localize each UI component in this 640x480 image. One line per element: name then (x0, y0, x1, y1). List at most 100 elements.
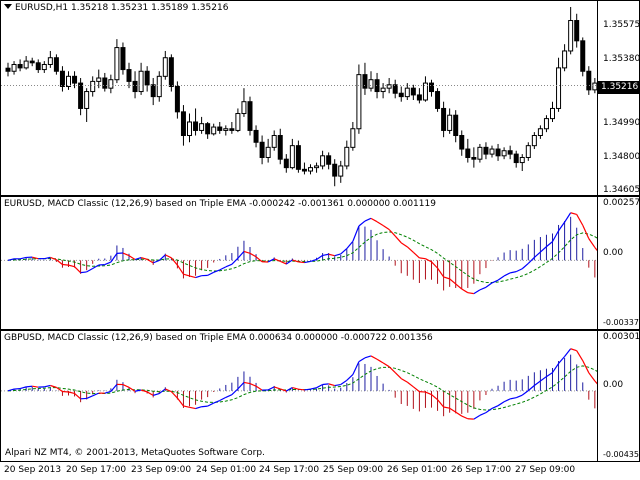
candlestick-svg[interactable] (1, 1, 598, 195)
macd-segment (249, 252, 257, 258)
candle-body (537, 128, 543, 137)
macd-segment (455, 411, 463, 417)
macd-segment (68, 264, 75, 268)
candle-body (410, 87, 416, 96)
candle-body (429, 82, 434, 93)
macd-segment (576, 214, 584, 226)
indicator-label: 0.00 (603, 248, 624, 258)
macd-segment (304, 260, 311, 264)
candle-body (356, 74, 362, 130)
macd-eurusd-plot[interactable] (1, 197, 598, 329)
macd-gbpusd-panel[interactable]: GBPUSD, MACD Classic (12,26,9) based on … (0, 330, 640, 462)
candle-body (404, 87, 410, 98)
macd-segment (255, 385, 263, 391)
macd-segment (376, 358, 384, 364)
candle-body (507, 150, 513, 155)
candle-body (126, 69, 132, 82)
macd-segment (298, 261, 305, 264)
macd-segment (364, 217, 372, 222)
macd-segment (86, 395, 93, 399)
candle-body (380, 87, 386, 93)
macd-segment (86, 267, 93, 273)
macd-segment (334, 383, 341, 387)
candle-body (29, 60, 35, 64)
candle-body (53, 57, 59, 72)
macd-segment (358, 220, 366, 227)
macd-gbpusd-svg[interactable] (1, 331, 598, 461)
candle-body (326, 155, 332, 165)
macd-segment (449, 278, 457, 285)
price-label: 1.34605 (603, 185, 640, 195)
time-label: 27 Sep 09:00 (515, 465, 576, 475)
macd-segment (134, 389, 142, 392)
macd-segment (219, 266, 227, 271)
candle-body (301, 168, 307, 172)
macd-segment (594, 247, 597, 252)
macd-segment (237, 382, 245, 390)
macd-segment (503, 398, 511, 403)
time-label: 23 Sep 09:00 (131, 465, 192, 475)
macd-segment (467, 292, 474, 295)
macd-segment (352, 225, 360, 242)
candle-body (259, 141, 265, 158)
candle-body (314, 165, 320, 169)
candle-body (96, 77, 102, 82)
indicator-label: 0.002573 (603, 198, 640, 208)
chevron-down-icon[interactable] (4, 4, 12, 9)
macd-segment (322, 383, 329, 386)
candle-body (550, 107, 555, 120)
candle-body (223, 128, 229, 131)
candle-body (193, 121, 199, 131)
candle-body (362, 74, 368, 89)
macd-eurusd-panel[interactable]: EURUSD, MACD Classic (12,26,9) based on … (0, 196, 640, 330)
macd-segment (461, 415, 469, 420)
price-label: 1.34990 (603, 118, 640, 128)
macd-segment (165, 254, 172, 259)
candle-body (253, 129, 259, 143)
signal-line (7, 231, 597, 284)
macd-segment (382, 225, 390, 231)
macd-segment (510, 271, 517, 274)
macd-segment (485, 282, 493, 288)
main-chart-panel[interactable]: EURUSD,H1 1.35218 1.35231 1.35189 1.3521… (0, 0, 640, 196)
candle-body (11, 63, 17, 72)
macd-segment (176, 264, 184, 275)
macd-segment (497, 275, 505, 281)
macd-segment (540, 376, 547, 382)
candle-body (144, 70, 150, 86)
candle-body (477, 146, 483, 160)
candle-body (47, 57, 53, 65)
macd-segment (219, 396, 227, 402)
macd-segment (44, 384, 51, 388)
candle-body (556, 67, 562, 109)
candle-body (120, 47, 126, 71)
macd-segment (394, 235, 402, 244)
macd-segment (346, 374, 354, 381)
macd-segment (304, 388, 311, 391)
candle-body (5, 67, 11, 72)
candle-body (247, 101, 253, 131)
macd-gbpusd-plot[interactable] (1, 331, 598, 461)
candle-body (132, 80, 138, 93)
candle-body (72, 75, 78, 84)
macd-segment (479, 286, 487, 291)
time-label: 24 Sep 01:00 (196, 465, 257, 475)
candlestick-plot[interactable] (1, 1, 598, 195)
macd-segment (122, 384, 130, 388)
macd-eurusd-title: EURUSD, MACD Classic (12,26,9) based on … (4, 199, 436, 209)
macd-segment (400, 378, 408, 383)
macd-segment (552, 363, 560, 373)
indicator-label: -0.004354 (603, 450, 640, 459)
macd-segment (19, 256, 27, 260)
macd-segment (80, 271, 87, 274)
current-price-tag: 1.35216 (598, 81, 640, 94)
macd-segment (419, 257, 426, 260)
macd-eurusd-svg[interactable] (1, 197, 598, 329)
macd-segment (400, 242, 408, 248)
macd-segment (503, 272, 511, 277)
candle-body (344, 146, 350, 167)
macd-segment (521, 263, 529, 270)
candle-body (90, 80, 96, 93)
macd-segment (461, 288, 469, 294)
macd-segment (431, 261, 438, 269)
